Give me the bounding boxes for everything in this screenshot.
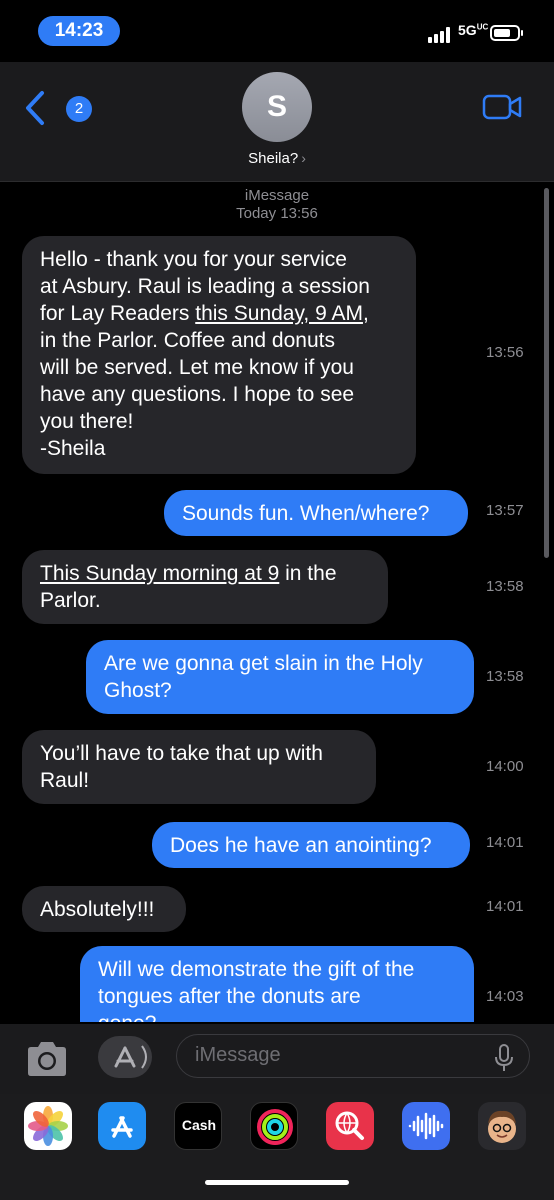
message-text: Raul! xyxy=(40,769,90,792)
message-text: Will we demonstrate the gift of the xyxy=(98,958,415,981)
app-dock: Cash xyxy=(0,1094,554,1200)
app-drawer-button[interactable] xyxy=(98,1036,152,1078)
message-text: will be served. Let me know if you xyxy=(40,356,354,379)
message-text: Hello - thank you for your service xyxy=(40,248,347,271)
message-bubble-outgoing[interactable]: Sounds fun. When/where? xyxy=(164,490,468,536)
message-text: Are we gonna get slain in the Holy xyxy=(104,652,423,675)
message-text: This Sunday morning at 9 in the xyxy=(40,562,337,585)
message-timestamp: 14:01 xyxy=(486,834,524,851)
activity-icon[interactable] xyxy=(250,1102,298,1150)
message-text: at Asbury. Raul is leading a session xyxy=(40,275,370,298)
facetime-video-icon[interactable] xyxy=(482,94,522,120)
chevron-right-icon: › xyxy=(301,150,306,166)
message-bubble-outgoing[interactable]: Are we gonna get slain in the Holy Ghost… xyxy=(86,640,474,714)
scrollbar[interactable] xyxy=(544,188,549,558)
web-search-icon[interactable] xyxy=(326,1102,374,1150)
back-button[interactable]: 2 xyxy=(22,90,92,126)
message-bubble-incoming[interactable]: Absolutely!!! xyxy=(22,886,186,932)
memoji-icon[interactable] xyxy=(478,1102,526,1150)
message-bubble-incoming[interactable]: You’ll have to take that up with Raul! xyxy=(22,730,376,804)
camera-icon[interactable] xyxy=(24,1040,70,1078)
message-input[interactable]: iMessage xyxy=(176,1034,530,1078)
chevron-left-icon xyxy=(26,91,44,125)
message-timestamp: 13:58 xyxy=(486,578,524,595)
avatar[interactable]: S xyxy=(242,72,312,142)
app-store-icon xyxy=(114,1045,147,1069)
network-type: 5GUC xyxy=(458,22,489,38)
thread-date: Today 13:56 xyxy=(236,205,318,222)
unread-count-badge: 2 xyxy=(66,96,92,122)
app-store-icon[interactable] xyxy=(98,1102,146,1150)
message-bubble-outgoing[interactable]: Will we demonstrate the gift of the tong… xyxy=(80,946,474,1022)
cash-label: Cash xyxy=(181,1117,217,1133)
message-text: Parlor. xyxy=(40,589,101,612)
message-text: for Lay Readers this Sunday, 9 AM, xyxy=(40,302,369,325)
battery-icon xyxy=(490,25,523,41)
message-timestamp: 13:57 xyxy=(486,502,524,519)
message-bubble-outgoing[interactable]: Does he have an anointing? xyxy=(152,822,470,868)
microphone-icon[interactable] xyxy=(494,1044,514,1072)
apple-cash-icon[interactable]: Cash xyxy=(174,1102,222,1150)
date-link[interactable]: this Sunday, 9 AM xyxy=(195,302,363,325)
home-indicator[interactable] xyxy=(205,1180,349,1185)
contact-name[interactable]: Sheila? › xyxy=(0,150,554,167)
photos-icon[interactable] xyxy=(24,1102,72,1150)
message-text: gone? xyxy=(98,1010,456,1022)
status-time[interactable]: 14:23 xyxy=(38,16,120,46)
message-timestamp: 13:56 xyxy=(486,344,524,361)
message-text: -Sheila xyxy=(40,437,106,460)
message-timestamp: 14:01 xyxy=(486,898,524,915)
date-link[interactable]: This Sunday morning at 9 xyxy=(40,562,279,585)
conversation-header: 2 S Sheila? › xyxy=(0,62,554,182)
cellular-signal-icon xyxy=(428,27,454,43)
message-timestamp: 14:00 xyxy=(486,758,524,775)
message-text: in the Parlor. Coffee and donuts xyxy=(40,329,335,352)
message-text: Ghost? xyxy=(104,679,172,702)
message-text: tongues after the donuts are xyxy=(98,985,361,1008)
message-timestamp: 13:58 xyxy=(486,668,524,685)
message-bubble-incoming[interactable]: Hello - thank you for your service at As… xyxy=(22,236,416,474)
message-text: you there! xyxy=(40,410,134,433)
message-timestamp: 14:03 xyxy=(486,988,524,1005)
composer-bar: iMessage xyxy=(0,1024,554,1094)
message-thread[interactable]: iMessage Today 13:56 Hello - thank you f… xyxy=(0,182,554,1022)
message-bubble-incoming[interactable]: This Sunday morning at 9 in the Parlor. xyxy=(22,550,388,624)
message-text: You’ll have to take that up with xyxy=(40,742,323,765)
service-label: iMessage xyxy=(244,187,310,204)
voice-memos-icon[interactable] xyxy=(402,1102,450,1150)
message-text: have any questions. I hope to see xyxy=(40,383,355,406)
status-bar: 14:23 5GUC xyxy=(0,0,554,62)
